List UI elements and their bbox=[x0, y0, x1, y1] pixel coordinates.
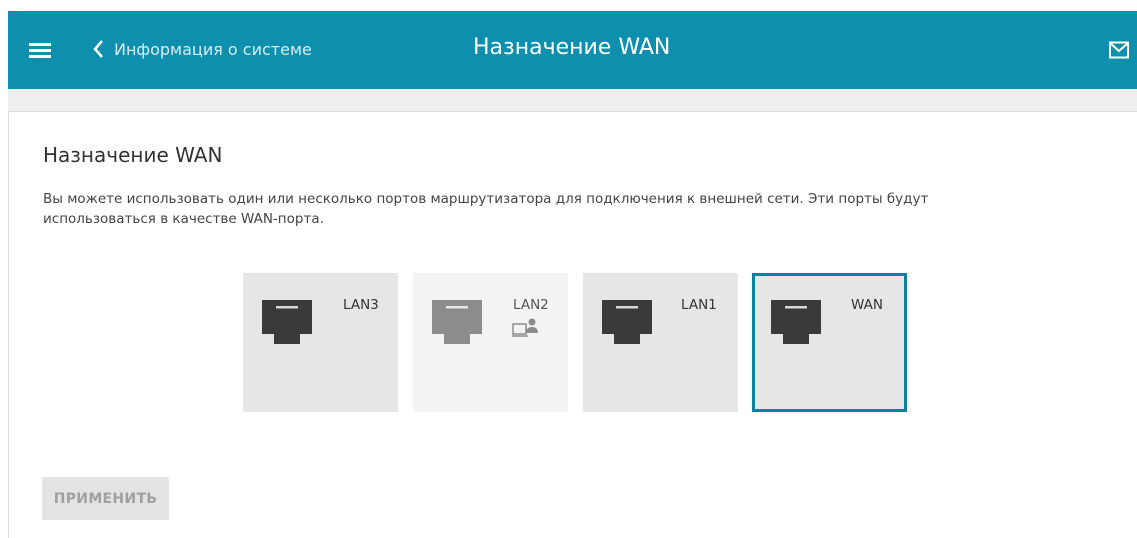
port-lan2: LAN2 bbox=[413, 273, 568, 412]
back-link-label: Информация о системе bbox=[114, 39, 312, 59]
ethernet-port-icon bbox=[771, 300, 821, 344]
mail-icon[interactable] bbox=[1109, 41, 1129, 59]
back-link[interactable]: Информация о системе bbox=[92, 39, 312, 59]
menu-icon[interactable] bbox=[29, 43, 51, 59]
page-title: Назначение WAN bbox=[473, 35, 671, 60]
content-border bbox=[8, 111, 9, 538]
top-bar: Информация о системе Назначение WAN bbox=[8, 11, 1137, 89]
port-label: LAN1 bbox=[681, 297, 717, 313]
ethernet-port-icon bbox=[432, 300, 482, 344]
port-wan[interactable]: WAN bbox=[752, 273, 907, 412]
ethernet-port-icon bbox=[602, 300, 652, 344]
port-lan1[interactable]: LAN1 bbox=[583, 273, 738, 412]
ethernet-port-icon bbox=[262, 300, 312, 344]
computer-user-icon bbox=[512, 318, 538, 337]
header-divider bbox=[8, 89, 1137, 112]
section-heading: Назначение WAN bbox=[43, 143, 223, 167]
port-label: LAN3 bbox=[343, 297, 379, 313]
section-description: Вы можете использовать один или нескольк… bbox=[43, 191, 929, 227]
port-label: LAN2 bbox=[513, 297, 549, 313]
chevron-left-icon bbox=[93, 40, 103, 58]
port-lan3[interactable]: LAN3 bbox=[243, 273, 398, 412]
apply-button[interactable]: ПРИМЕНИТЬ bbox=[42, 477, 169, 520]
port-label: WAN bbox=[851, 297, 883, 313]
